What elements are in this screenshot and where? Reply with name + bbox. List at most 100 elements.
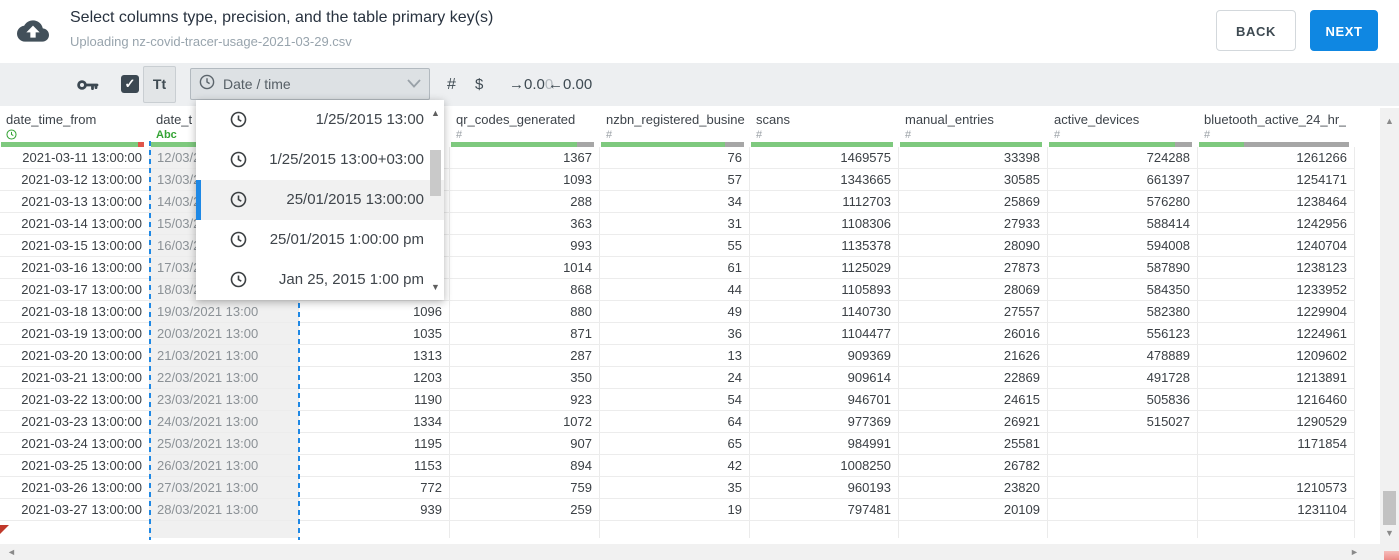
cell[interactable]: 259 bbox=[450, 499, 600, 520]
column-header-qr_codes_generated[interactable]: qr_codes_generated # bbox=[450, 108, 600, 147]
column-header-bluetooth_active_24_hr_[interactable]: bluetooth_active_24_hr_ # bbox=[1198, 108, 1355, 147]
cell[interactable]: 1140730 bbox=[750, 301, 899, 322]
format-option[interactable]: Jan 25, 2015 1:00 pm bbox=[196, 260, 444, 300]
cell[interactable]: 576280 bbox=[1048, 191, 1198, 212]
cell[interactable]: 939 bbox=[299, 499, 450, 520]
cell[interactable]: 36 bbox=[600, 323, 750, 344]
column-header-scans[interactable]: scans # bbox=[750, 108, 899, 147]
cell[interactable]: 1224961 bbox=[1198, 323, 1355, 344]
cell[interactable]: 57 bbox=[600, 169, 750, 190]
cell[interactable]: 22869 bbox=[899, 367, 1048, 388]
cell[interactable] bbox=[899, 521, 1048, 538]
cell[interactable]: 27557 bbox=[899, 301, 1048, 322]
boolean-type-checkbox[interactable]: ✓ bbox=[121, 75, 139, 93]
cell[interactable]: 797481 bbox=[750, 499, 899, 520]
cell[interactable]: 2021-03-15 13:00:00 bbox=[0, 235, 150, 256]
cell[interactable]: 478889 bbox=[1048, 345, 1198, 366]
cell[interactable]: 27873 bbox=[899, 257, 1048, 278]
cell[interactable]: 977369 bbox=[750, 411, 899, 432]
cell[interactable]: 894 bbox=[450, 455, 600, 476]
vertical-scrollbar-thumb[interactable] bbox=[1383, 491, 1396, 525]
cell[interactable]: 946701 bbox=[750, 389, 899, 410]
cell[interactable]: 1343665 bbox=[750, 169, 899, 190]
cell[interactable] bbox=[450, 521, 600, 538]
cell[interactable] bbox=[299, 521, 450, 538]
format-option[interactable]: 1/25/2015 13:00 bbox=[196, 100, 444, 140]
cell[interactable]: 724288 bbox=[1048, 147, 1198, 168]
cell[interactable]: 960193 bbox=[750, 477, 899, 498]
cell[interactable]: 1334 bbox=[299, 411, 450, 432]
menu-scroll-down-icon[interactable]: ▼ bbox=[429, 282, 442, 292]
cell[interactable]: 49 bbox=[600, 301, 750, 322]
cell[interactable]: 20/03/2021 13:00 bbox=[150, 323, 299, 344]
cell[interactable]: 287 bbox=[450, 345, 600, 366]
cell[interactable]: 1153 bbox=[299, 455, 450, 476]
cell[interactable]: 491728 bbox=[1048, 367, 1198, 388]
cell[interactable] bbox=[600, 521, 750, 538]
cell[interactable] bbox=[750, 521, 899, 538]
cell[interactable]: 2021-03-18 13:00:00 bbox=[0, 301, 150, 322]
cell[interactable]: 350 bbox=[450, 367, 600, 388]
menu-scroll-up-icon[interactable]: ▲ bbox=[429, 108, 442, 118]
cell[interactable]: 1072 bbox=[450, 411, 600, 432]
cell[interactable]: 1229904 bbox=[1198, 301, 1355, 322]
cell[interactable]: 1254171 bbox=[1198, 169, 1355, 190]
cell[interactable]: 582380 bbox=[1048, 301, 1198, 322]
cell[interactable]: 2021-03-19 13:00:00 bbox=[0, 323, 150, 344]
cell[interactable]: 1108306 bbox=[750, 213, 899, 234]
horizontal-scrollbar[interactable]: ◄ ► bbox=[0, 544, 1399, 560]
cell[interactable]: 28069 bbox=[899, 279, 1048, 300]
cell[interactable]: 2021-03-20 13:00:00 bbox=[0, 345, 150, 366]
currency-type-button[interactable]: $ bbox=[475, 63, 483, 106]
cell[interactable]: 27933 bbox=[899, 213, 1048, 234]
column-header-manual_entries[interactable]: manual_entries # bbox=[899, 108, 1048, 147]
cell[interactable]: 1203 bbox=[299, 367, 450, 388]
vertical-scrollbar[interactable]: ▲ ▼ bbox=[1380, 108, 1399, 544]
cell[interactable]: 26016 bbox=[899, 323, 1048, 344]
cell[interactable] bbox=[1048, 499, 1198, 520]
cell[interactable] bbox=[1198, 455, 1355, 476]
cell[interactable]: 923 bbox=[450, 389, 600, 410]
cell[interactable]: 1096 bbox=[299, 301, 450, 322]
cell[interactable]: 2021-03-26 13:00:00 bbox=[0, 477, 150, 498]
cell[interactable]: 1261266 bbox=[1198, 147, 1355, 168]
back-button[interactable]: BACK bbox=[1216, 10, 1296, 51]
cell[interactable]: 1035 bbox=[299, 323, 450, 344]
decrease-precision-button[interactable]: ←0.00 bbox=[548, 63, 592, 106]
cell[interactable]: 1213891 bbox=[1198, 367, 1355, 388]
cell[interactable] bbox=[150, 521, 299, 538]
cell[interactable]: 1231104 bbox=[1198, 499, 1355, 520]
cell[interactable]: 2021-03-21 13:00:00 bbox=[0, 367, 150, 388]
cell[interactable]: 1093 bbox=[450, 169, 600, 190]
cell[interactable]: 55 bbox=[600, 235, 750, 256]
cell[interactable]: 1238123 bbox=[1198, 257, 1355, 278]
primary-key-icon[interactable] bbox=[76, 77, 100, 98]
cell[interactable]: 42 bbox=[600, 455, 750, 476]
increase-precision-button[interactable]: →0.00 bbox=[509, 63, 553, 106]
cell[interactable]: 23/03/2021 13:00 bbox=[150, 389, 299, 410]
cell[interactable] bbox=[0, 521, 150, 538]
cell[interactable]: 1216460 bbox=[1198, 389, 1355, 410]
cell[interactable]: 2021-03-13 13:00:00 bbox=[0, 191, 150, 212]
cell[interactable]: 34 bbox=[600, 191, 750, 212]
cell[interactable]: 1469575 bbox=[750, 147, 899, 168]
menu-scrollbar[interactable]: ▲ ▼ bbox=[429, 102, 442, 298]
cell[interactable]: 24615 bbox=[899, 389, 1048, 410]
number-type-button[interactable]: # bbox=[447, 63, 456, 106]
cell[interactable]: 24/03/2021 13:00 bbox=[150, 411, 299, 432]
cell[interactable]: 515027 bbox=[1048, 411, 1198, 432]
scroll-down-icon[interactable]: ▼ bbox=[1380, 528, 1399, 538]
format-option-selected[interactable]: 25/01/2015 13:00:00 bbox=[196, 180, 444, 220]
cell[interactable]: 1190 bbox=[299, 389, 450, 410]
cell[interactable]: 2021-03-25 13:00:00 bbox=[0, 455, 150, 476]
cell[interactable]: 2021-03-24 13:00:00 bbox=[0, 433, 150, 454]
cell[interactable] bbox=[1048, 477, 1198, 498]
next-button[interactable]: NEXT bbox=[1310, 10, 1378, 51]
cell[interactable] bbox=[1048, 433, 1198, 454]
cell[interactable]: 2021-03-27 13:00:00 bbox=[0, 499, 150, 520]
cell[interactable]: 1112703 bbox=[750, 191, 899, 212]
column-header-date_time_from[interactable]: date_time_from bbox=[0, 108, 150, 147]
column-type-dropdown[interactable]: Date / time bbox=[190, 68, 430, 100]
cell[interactable]: 1135378 bbox=[750, 235, 899, 256]
cell[interactable]: 584350 bbox=[1048, 279, 1198, 300]
